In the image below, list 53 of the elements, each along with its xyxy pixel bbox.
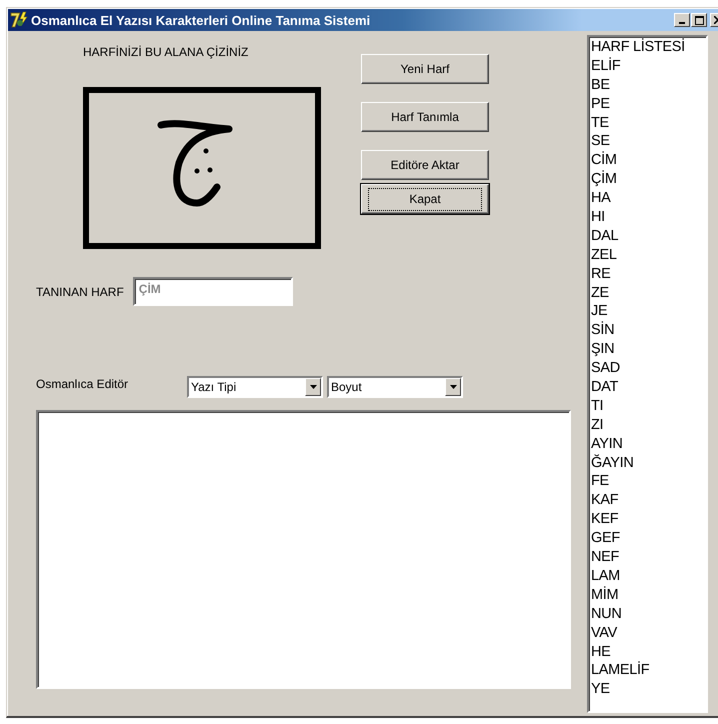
list-item[interactable]: ZE — [591, 284, 706, 302]
list-item[interactable]: CİM — [591, 151, 706, 170]
size-dropdown[interactable]: Boyut — [327, 376, 463, 398]
maximize-button[interactable] — [691, 13, 707, 27]
list-item[interactable]: PE — [591, 94, 706, 114]
list-item[interactable]: MİM — [591, 586, 706, 605]
app-icon — [10, 11, 28, 29]
list-item[interactable]: GEF — [591, 529, 706, 548]
list-item[interactable]: YE — [591, 680, 706, 700]
action-button[interactable]: Editöre Aktar — [361, 150, 489, 180]
list-item[interactable]: NUN — [591, 604, 706, 624]
list-item[interactable]: JE — [591, 302, 706, 322]
recognized-letter-label: TANINAN HARF — [36, 284, 124, 298]
list-item[interactable]: ÇİM — [591, 170, 706, 190]
list-item[interactable]: ŞIN — [591, 340, 706, 360]
list-item[interactable]: VAV — [591, 624, 706, 642]
list-item[interactable]: ELİF — [591, 56, 706, 76]
list-item[interactable]: RE — [591, 264, 706, 284]
action-button[interactable]: Harf Tanımla — [361, 102, 489, 132]
list-item[interactable]: ĞAYIN — [591, 454, 706, 472]
list-item[interactable]: NEF — [591, 548, 706, 567]
list-item[interactable]: LAMELİF — [591, 661, 706, 680]
list-item[interactable]: ZEL — [591, 246, 706, 265]
maximize-icon — [694, 16, 704, 24]
action-button[interactable]: Yeni Harf — [361, 54, 489, 84]
list-item[interactable]: HE — [591, 642, 706, 662]
editor-label: Osmanlıca Editör — [36, 377, 130, 391]
list-item[interactable]: TI — [591, 396, 706, 416]
list-item[interactable]: DAT — [591, 378, 706, 397]
list-item[interactable]: TE — [591, 114, 706, 132]
list-item[interactable]: SİN — [591, 321, 706, 340]
window-title: Osmanlıca El Yazısı Karakterleri Online Tanıma Sistemi — [31, 12, 372, 28]
list-item[interactable]: AYIN — [591, 434, 706, 454]
list-item[interactable]: FE — [591, 472, 706, 492]
list-item[interactable]: SE — [591, 132, 706, 152]
list-item[interactable]: DAL — [591, 226, 706, 246]
list-item[interactable]: HA — [591, 189, 706, 208]
letter-list[interactable]: HARF LİSTESİ ELİF BE PE TE SE CİM ÇİM HA HI DAL ZEL RE ZE JE SİN ŞIN SAD DAT TI ZI AYIN ĞAYIN FE KAF KEF GEF NEF LAM MİM NUN VAV HE LAMELİF YE — [587, 35, 708, 713]
list-item[interactable]: LAM — [591, 566, 706, 586]
list-item[interactable]: HI — [591, 208, 706, 227]
list-item[interactable]: KAF — [591, 491, 706, 510]
minimize-button[interactable] — [674, 13, 690, 27]
list-item[interactable]: BE — [591, 76, 706, 95]
dropdown-arrow-icon — [450, 385, 456, 389]
drawing-pad[interactable] — [83, 87, 321, 249]
action-button[interactable]: Kapat — [361, 184, 489, 214]
list-item[interactable]: SAD — [591, 359, 706, 378]
list-item[interactable]: KEF — [591, 510, 706, 530]
list-item[interactable]: ZI — [591, 416, 706, 435]
list-item[interactable]: HARF LİSTESİ — [591, 38, 706, 57]
dropdown-arrow-icon — [310, 385, 316, 389]
font-dropdown[interactable]: Yazı Tipi — [187, 376, 323, 398]
draw-area-label: HARFİNİZİ BU ALANA ÇİZİNİZ — [83, 45, 250, 59]
